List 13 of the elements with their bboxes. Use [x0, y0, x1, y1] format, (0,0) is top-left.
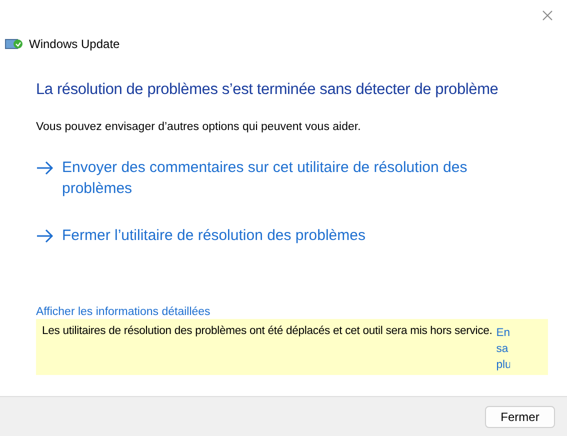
intro-text: Vous pouvez envisager d’autres options qui peuvent vous aider.: [36, 121, 362, 133]
option-link[interactable]: Envoyer des commentaires sur cet utilitaire de résolution des problèmes: [36, 157, 506, 199]
close-dialog-button[interactable]: Fermer: [485, 406, 555, 428]
learn-more-link[interactable]: En sa plu: [496, 325, 510, 375]
arrow-icon: [36, 229, 54, 243]
update-icon: [5, 38, 23, 50]
window-title: Windows Update: [29, 37, 120, 51]
notice-text: Les utilitaires de résolution des problèmes ont été déplacés et cet outil sera mis hors service.: [42, 325, 492, 339]
close-icon: [542, 10, 553, 20]
option-link[interactable]: Fermer l’utilitaire de résolution des problèmes: [36, 225, 506, 246]
heading: La résolution de problèmes s’est terminée sans détecter de problème: [36, 81, 500, 99]
arrow-icon: [36, 161, 54, 175]
details-link[interactable]: Afficher les informations détaillées: [36, 306, 210, 318]
